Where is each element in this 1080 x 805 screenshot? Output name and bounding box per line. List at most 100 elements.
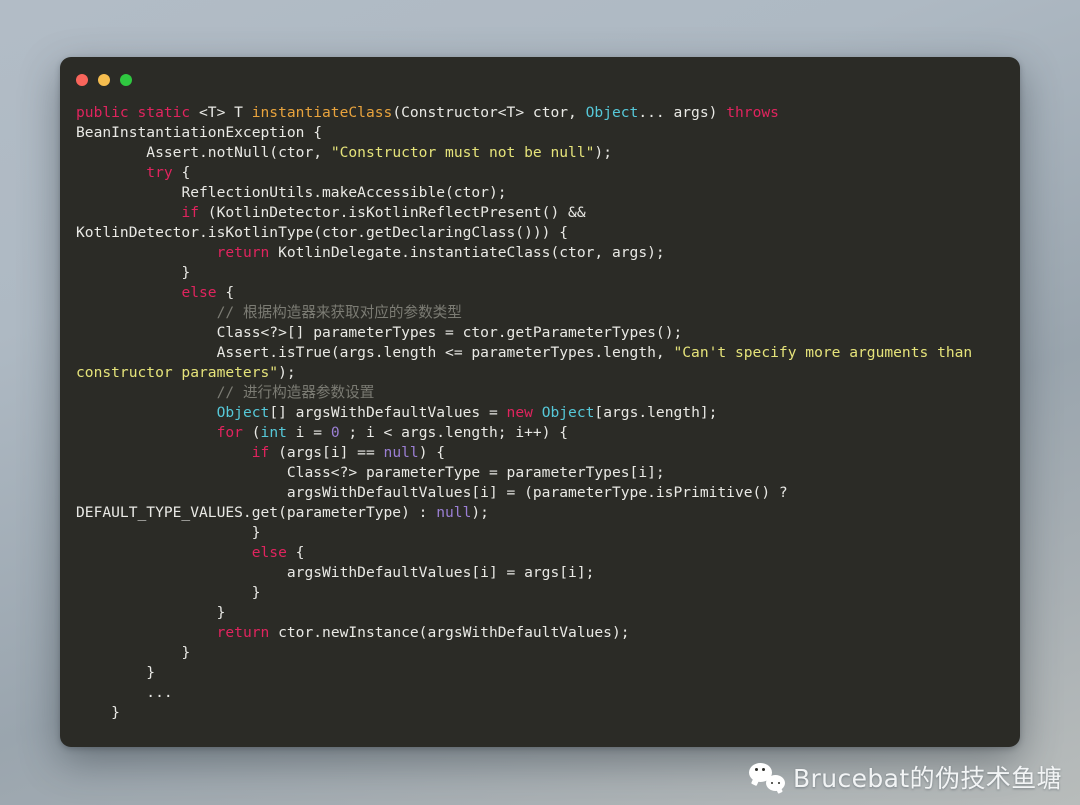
code-line: argsWithDefaultValues[i] = args[i]; <box>76 563 1006 583</box>
code-line: DEFAULT_TYPE_VALUES.get(parameterType) :… <box>76 503 1006 523</box>
code-token: <T> T <box>199 104 252 121</box>
code-token: } <box>76 524 261 541</box>
code-token: } <box>76 644 191 661</box>
watermark-text: Brucebat的伪技术鱼塘 <box>793 764 1062 793</box>
code-token: } <box>76 584 261 601</box>
code-line: // 进行构造器参数设置 <box>76 383 1006 403</box>
wechat-eye <box>777 781 780 784</box>
zoom-window-button[interactable] <box>120 74 132 86</box>
code-token: DEFAULT_TYPE_VALUES.get(parameterType) : <box>76 504 437 521</box>
code-token: ); <box>594 144 612 161</box>
code-line: else { <box>76 543 1006 563</box>
code-token: Object <box>585 104 639 121</box>
code-token: (KotlinDetector.isKotlinReflectPresent()… <box>199 204 586 221</box>
code-line: argsWithDefaultValues[i] = (parameterTyp… <box>76 483 1006 503</box>
code-token: ctor.newInstance(argsWithDefaultValues); <box>269 624 630 641</box>
code-token: // 根据构造器来获取对应的参数类型 <box>76 304 462 321</box>
code-token: i = <box>286 424 331 441</box>
wechat-icon <box>749 762 785 792</box>
code-token: (args[i] == <box>269 444 384 461</box>
code-token: instantiateClass <box>251 104 393 121</box>
window-controls <box>76 74 132 86</box>
code-line: ReflectionUtils.makeAccessible(ctor); <box>76 183 1006 203</box>
code-token: null <box>383 444 419 461</box>
code-token: ReflectionUtils.makeAccessible(ctor); <box>76 184 507 201</box>
wechat-bubble-small <box>766 775 785 791</box>
code-token: return <box>216 244 270 261</box>
code-token: argsWithDefaultValues[i] = args[i]; <box>76 564 595 581</box>
code-token: Class<?>[] parameterTypes = ctor.getPara… <box>76 324 683 341</box>
code-token: Object <box>216 404 270 421</box>
close-window-button[interactable] <box>76 74 88 86</box>
code-token: null <box>436 504 472 521</box>
code-token: ) { <box>418 444 446 461</box>
code-token: BeanInstantiationException { <box>76 124 323 141</box>
code-line: } <box>76 523 1006 543</box>
code-line: for (int i = 0 ; i < args.length; i++) { <box>76 423 1006 443</box>
code-token: ); <box>471 504 489 521</box>
wechat-eye <box>762 768 765 771</box>
code-token: (Constructor<T> ctor, <box>392 104 586 121</box>
code-token: KotlinDelegate.instantiateClass(ctor, ar… <box>269 244 665 261</box>
code-token: { <box>172 164 191 181</box>
code-token: [args.length]; <box>594 404 718 421</box>
code-line: return KotlinDelegate.instantiateClass(c… <box>76 243 1006 263</box>
code-line: } <box>76 663 1006 683</box>
code-line: public static <T> T instantiateClass(Con… <box>76 103 1006 123</box>
code-token: else <box>251 544 287 561</box>
code-line: else { <box>76 283 1006 303</box>
code-token: try <box>146 164 173 181</box>
code-token: Object <box>541 404 595 421</box>
code-line: } <box>76 703 1006 723</box>
code-token: return <box>216 624 270 641</box>
code-line: } <box>76 643 1006 663</box>
code-token: Assert.isTrue(args.length <= parameterTy… <box>76 344 674 361</box>
code-token: new <box>506 404 542 421</box>
code-token: public static <box>76 104 200 121</box>
code-line: KotlinDetector.isKotlinType(ctor.getDecl… <box>76 223 1006 243</box>
code-token: "Can't specify more arguments than <box>673 344 973 361</box>
code-token: } <box>76 704 120 721</box>
code-token: ... args) <box>638 104 727 121</box>
code-token: throws <box>726 104 779 121</box>
wechat-eye <box>770 781 773 784</box>
code-token: KotlinDetector.isKotlinType(ctor.getDecl… <box>76 224 569 241</box>
code-token: "Constructor must not be null" <box>330 144 595 161</box>
code-token: 0 <box>330 424 340 441</box>
code-line: Assert.isTrue(args.length <= parameterTy… <box>76 343 1006 363</box>
code-line: try { <box>76 163 1006 183</box>
wechat-eye <box>755 768 758 771</box>
terminal-window: public static <T> T instantiateClass(Con… <box>60 57 1020 747</box>
minimize-window-button[interactable] <box>98 74 110 86</box>
code-line: } <box>76 583 1006 603</box>
code-token: ; i < args.length; i++) { <box>339 424 569 441</box>
code-line: return ctor.newInstance(argsWithDefaultV… <box>76 623 1006 643</box>
code-line: ... <box>76 683 1006 703</box>
code-token: if <box>181 204 200 221</box>
code-block[interactable]: public static <T> T instantiateClass(Con… <box>60 103 1020 723</box>
code-line: } <box>76 603 1006 623</box>
code-line: Class<?> parameterType = parameterTypes[… <box>76 463 1006 483</box>
window-titlebar <box>60 57 1020 103</box>
code-token: } <box>76 264 191 281</box>
code-token: { <box>216 284 235 301</box>
code-line: constructor parameters"); <box>76 363 1006 383</box>
code-token: [] argsWithDefaultValues = <box>269 404 507 421</box>
code-token: if <box>251 444 270 461</box>
code-token: argsWithDefaultValues[i] = (parameterTyp… <box>76 484 788 501</box>
code-line: } <box>76 263 1006 283</box>
code-line: BeanInstantiationException { <box>76 123 1006 143</box>
code-line: if (KotlinDetector.isKotlinReflectPresen… <box>76 203 1006 223</box>
code-token: constructor parameters" <box>76 364 279 381</box>
code-token: for <box>216 424 243 441</box>
code-line: if (args[i] == null) { <box>76 443 1006 463</box>
code-token: Assert.notNull(ctor, <box>76 144 331 161</box>
code-token: ); <box>278 364 296 381</box>
code-token: } <box>76 664 156 681</box>
